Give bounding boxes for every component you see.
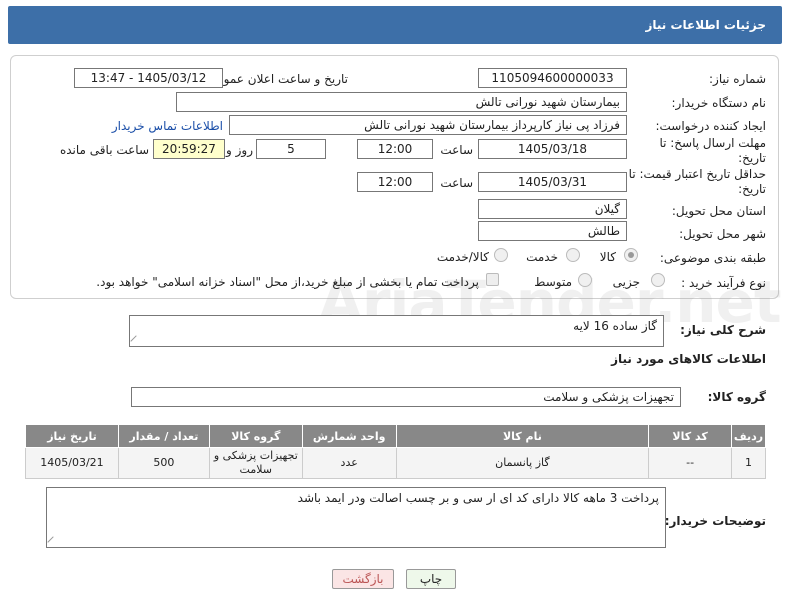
- cell-date: 1405/03/21: [25, 447, 119, 479]
- requester-label: ایجاد کننده درخواست:: [655, 119, 766, 133]
- treasury-payment-checkbox[interactable]: [486, 273, 499, 286]
- buyer-org-label: نام دستگاه خریدار:: [671, 96, 767, 110]
- category-option-goods-service: کالا/خدمت: [436, 250, 489, 264]
- days-field: 5: [256, 139, 326, 159]
- print-button[interactable]: چاپ: [406, 569, 456, 589]
- col-unit-header: واحد شمارش: [301, 424, 397, 448]
- process-label: نوع فرآیند خرید :: [681, 276, 766, 290]
- cell-unit: عدد: [301, 447, 397, 479]
- cell-group: تجهیزات پزشکی و سلامت: [208, 447, 303, 479]
- requester-field: فرزاد پی نیاز کارپرداز بیمارستان شهید نو…: [229, 115, 627, 135]
- deadline-time-label: ساعت: [440, 143, 473, 157]
- summary-label: شرح کلی نیاز:: [680, 323, 766, 337]
- remaining-time-field: 20:59:27: [153, 139, 225, 159]
- table-row: 1 -- گاز پانسمان عدد تجهیزات پزشکی و سلا…: [25, 447, 766, 479]
- process-radio-minor[interactable]: [651, 273, 665, 287]
- back-button[interactable]: بازگشت: [332, 569, 394, 589]
- need-number-label: شماره نیاز:: [709, 72, 766, 86]
- page-title: جزئیات اطلاعات نیاز: [645, 18, 766, 32]
- cell-row: 1: [731, 447, 766, 479]
- cell-code: --: [648, 447, 733, 479]
- goods-group-field: تجهیزات پزشکی و سلامت: [131, 387, 681, 407]
- need-number-field: 1105094600000033: [478, 68, 627, 88]
- buyer-contact-link[interactable]: اطلاعات تماس خریدار: [112, 119, 223, 133]
- goods-table: ردیف کد کالا نام کالا واحد شمارش گروه کا…: [25, 424, 766, 479]
- buyer-notes-label: توضیحات خریدار:: [664, 514, 766, 528]
- col-qty-header: تعداد / مقدار: [117, 424, 210, 448]
- resize-handle-icon: [47, 536, 59, 548]
- summary-textarea: گاز ساده 16 لایه: [129, 315, 664, 347]
- buyer-notes-textarea: پرداخت 3 ماهه کالا دارای کد ای ار سی و ب…: [46, 487, 666, 548]
- goods-group-label: گروه کالا:: [707, 390, 766, 404]
- category-option-goods: کالا: [599, 250, 616, 264]
- page-header: جزئیات اطلاعات نیاز: [8, 6, 782, 44]
- col-name-header: نام کالا: [395, 424, 650, 448]
- cell-name: گاز پانسمان: [395, 447, 650, 479]
- validity-time-label: ساعت: [440, 176, 473, 190]
- cell-qty: 500: [117, 447, 210, 479]
- category-radio-goods-service[interactable]: [494, 248, 508, 262]
- category-radio-service[interactable]: [566, 248, 580, 262]
- buyer-notes-text: پرداخت 3 ماهه کالا دارای کد ای ار سی و ب…: [297, 491, 659, 505]
- category-label: طبقه بندی موضوعی:: [659, 251, 766, 265]
- validity-date-field: 1405/03/31: [478, 172, 627, 192]
- resize-handle-icon: [130, 335, 142, 347]
- category-option-service: خدمت: [526, 250, 558, 264]
- process-option-medium: متوسط: [534, 275, 572, 289]
- deadline-label: مهلت ارسال پاسخ: تا تاریخ:: [659, 136, 766, 165]
- table-header-row: ردیف کد کالا نام کالا واحد شمارش گروه کا…: [25, 424, 766, 448]
- announce-field: 1405/03/12 - 13:47: [74, 68, 223, 88]
- col-group-header: گروه کالا: [208, 424, 303, 448]
- col-date-header: تاریخ نیاز: [25, 424, 119, 448]
- remaining-label: ساعت باقی مانده: [59, 143, 149, 157]
- deadline-date-field: 1405/03/18: [478, 139, 627, 159]
- province-field: گیلان: [478, 199, 627, 219]
- treasury-payment-note: پرداخت تمام یا بخشی از مبلغ خرید،از محل …: [96, 275, 479, 289]
- deadline-time-field: 12:00: [357, 139, 433, 159]
- validity-time-field: 12:00: [357, 172, 433, 192]
- goods-section-title: اطلاعات کالاهای مورد نیاز: [611, 352, 766, 366]
- category-radio-goods[interactable]: [624, 248, 638, 262]
- city-label: شهر محل تحویل:: [679, 227, 766, 241]
- summary-text: گاز ساده 16 لایه: [573, 319, 657, 333]
- announce-label: تاریخ و ساعت اعلان عمومی:: [203, 72, 348, 86]
- validity-label: حداقل تاریخ اعتبار قیمت: تا تاریخ:: [628, 167, 766, 196]
- col-code-header: کد کالا: [648, 424, 733, 448]
- process-radio-medium[interactable]: [578, 273, 592, 287]
- city-field: طالش: [478, 221, 627, 241]
- process-option-minor: جزیی: [612, 275, 640, 289]
- buyer-org-field: بیمارستان شهید نورانی تالش: [176, 92, 627, 112]
- days-label: روز و: [226, 143, 253, 157]
- col-row-header: ردیف: [731, 424, 766, 448]
- province-label: استان محل تحویل:: [671, 204, 766, 218]
